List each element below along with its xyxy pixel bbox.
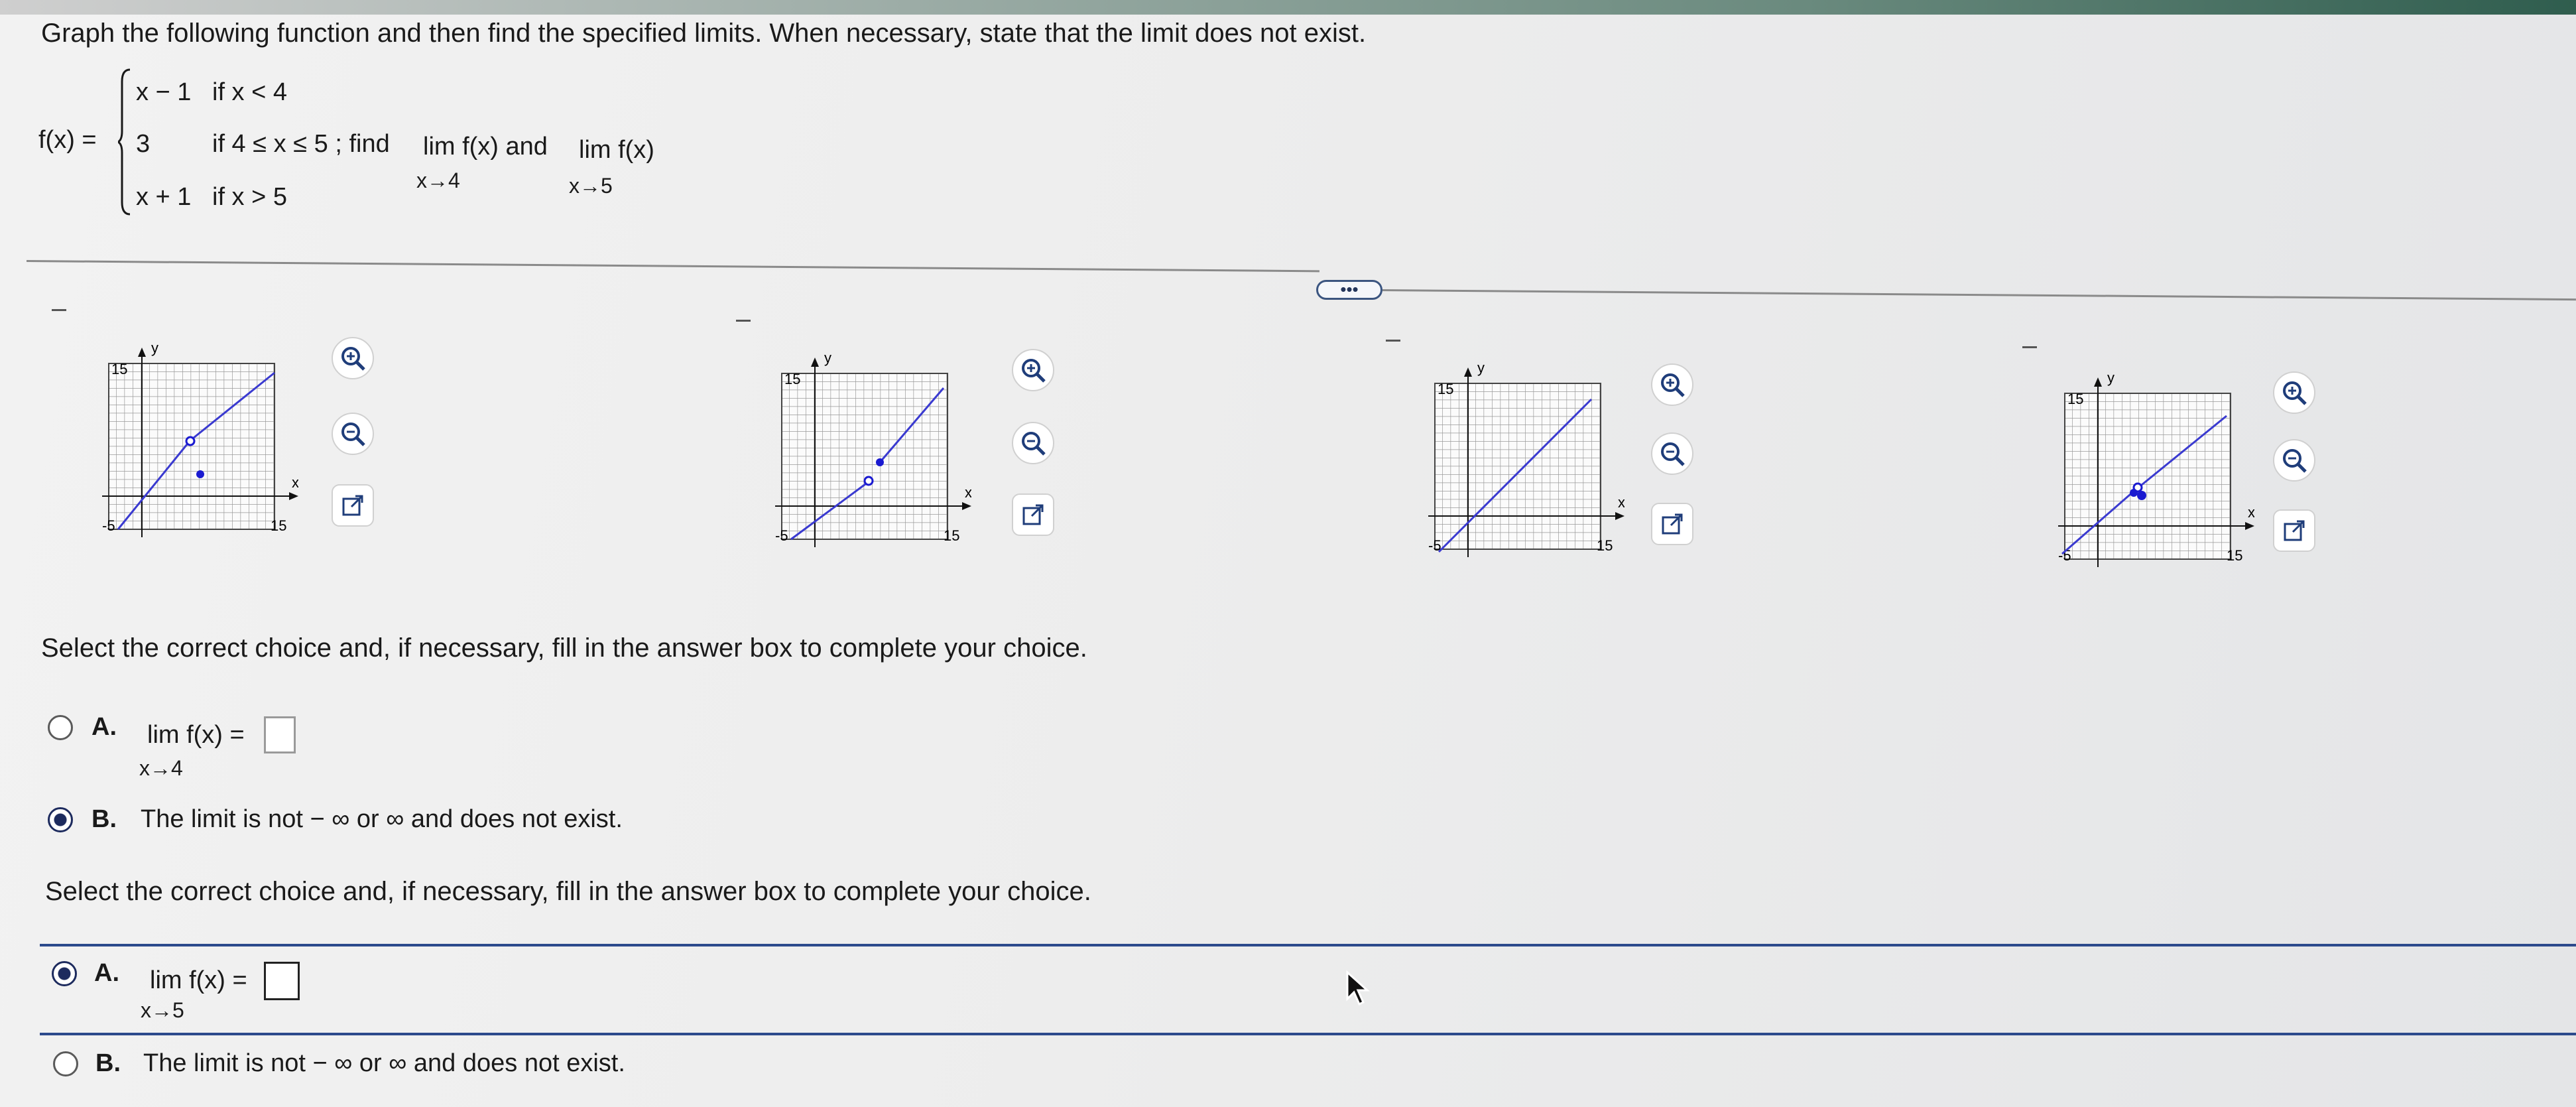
piece-3-condition: if x > 5 (212, 183, 287, 211)
graph-b[interactable]: y x 15 15 -5 (772, 348, 971, 567)
function-label: f(x) = (38, 126, 97, 154)
zoom-in-icon (2283, 381, 2307, 405)
question-1-choice-b-text: The limit is not − ∞ or ∞ and does not e… (141, 805, 623, 833)
external-link-icon (2284, 520, 2305, 541)
question-1-choice-b-radio[interactable] (48, 807, 73, 832)
graph-a-zoom-in-button[interactable] (332, 337, 374, 379)
graph-d-open-button[interactable] (2273, 509, 2315, 552)
zoom-in-icon (341, 347, 365, 371)
graph-b-y-label: y (824, 350, 831, 366)
question-2-choice-a-subscript: x→5 (141, 998, 184, 1022)
question-2-choice-b-text: The limit is not − ∞ or ∞ and does not e… (143, 1049, 625, 1077)
question-2-prompt: Select the correct choice and, if necess… (45, 877, 1091, 906)
question-2-choice-b-radio[interactable] (53, 1051, 78, 1076)
question-1-answer-box[interactable] (264, 716, 296, 753)
graph-d-x-label: x (2248, 504, 2254, 521)
graph-b-xmax: 15 (944, 527, 959, 544)
window-top-bar (0, 0, 2576, 15)
question-1-choice-a-subscript: x→4 (139, 756, 183, 780)
graph-c-x-label: x (1618, 494, 1625, 511)
graph-a-y-label: y (151, 340, 158, 356)
graph-a-open-button[interactable] (332, 484, 374, 527)
graph-c-marker (1386, 340, 1400, 342)
section-divider-left (26, 260, 1319, 273)
question-2-answer-box[interactable] (264, 962, 300, 1000)
graph-d-xmax: 15 (2227, 547, 2242, 564)
section-divider-right (1382, 289, 2576, 301)
graph-b-x-label: x (965, 484, 971, 501)
question-2-choice-a-letter: A. (94, 959, 119, 987)
graph-a-ymax: 15 (111, 361, 127, 377)
zoom-out-icon (2283, 449, 2307, 473)
graph-a-xmax: 15 (271, 517, 286, 534)
question-1-prompt: Select the correct choice and, if necess… (41, 633, 1087, 663)
piece-2-expression: 3 (136, 130, 151, 158)
graph-d-marker (2022, 346, 2037, 348)
external-link-icon (342, 495, 363, 516)
graph-b-zoom-in-button[interactable] (1012, 349, 1054, 391)
graph-d-ymax: 15 (2067, 391, 2083, 407)
instruction-text: Graph the following function and then fi… (41, 19, 1367, 48)
graph-b-open-button[interactable] (1012, 493, 1054, 536)
question-2-choice-a-radio[interactable] (52, 961, 77, 986)
find-limit-1-subscript: x→4 (416, 168, 460, 192)
external-link-icon (1662, 513, 1683, 535)
brace-symbol (118, 68, 131, 216)
external-link-icon (1022, 504, 1044, 525)
graph-b-xmin: -5 (775, 527, 788, 544)
zoom-in-icon (1022, 359, 1046, 383)
graph-d-zoom-out-button[interactable] (2273, 439, 2315, 482)
piece-3-expression: x + 1 (136, 183, 192, 211)
find-limit-1: lim f(x) and (423, 133, 548, 161)
graph-a-zoom-out-button[interactable] (332, 413, 374, 455)
question-2-selected-choice-highlight (40, 944, 2576, 1035)
question-2-choice-b-letter: B. (95, 1049, 121, 1077)
graph-c-zoom-out-button[interactable] (1651, 432, 1693, 475)
mouse-cursor-icon (1346, 970, 1370, 1006)
piece-1-condition: if x < 4 (212, 78, 287, 106)
graph-b-zoom-out-button[interactable] (1012, 422, 1054, 464)
graph-c-y-label: y (1477, 359, 1485, 376)
find-limit-2-subscript: x→5 (569, 174, 613, 198)
graph-c-zoom-in-button[interactable] (1651, 363, 1693, 406)
graph-b-marker (736, 320, 751, 322)
question-1-choice-a-letter: A. (92, 713, 117, 741)
graph-d-zoom-in-button[interactable] (2273, 371, 2315, 414)
find-limit-2: lim f(x) (579, 136, 654, 164)
question-1-choice-a-radio[interactable] (48, 715, 73, 740)
graph-c-open-button[interactable] (1651, 503, 1693, 545)
expand-button[interactable]: ••• (1316, 280, 1382, 300)
piece-1-expression: x − 1 (136, 78, 192, 106)
zoom-in-icon (1661, 373, 1685, 397)
zoom-out-icon (1661, 442, 1685, 466)
graph-a-xmin: -5 (102, 517, 115, 534)
graph-d[interactable]: y x 15 15 -5 (2055, 368, 2254, 587)
graph-d-xmin: -5 (2058, 547, 2071, 564)
question-1-choice-a-limit: lim f(x) = (147, 721, 245, 749)
zoom-out-icon (1022, 432, 1046, 456)
graph-a[interactable]: y x 15 15 -5 (99, 338, 298, 557)
question-1-choice-b-letter: B. (92, 805, 117, 833)
piece-2-condition: if 4 ≤ x ≤ 5 ; find (212, 130, 390, 158)
graph-c[interactable]: y x 15 15 -5 (1426, 358, 1625, 577)
graph-a-x-label: x (292, 474, 298, 491)
question-2-choice-a-limit: lim f(x) = (150, 966, 247, 994)
graph-b-ymax: 15 (784, 371, 800, 387)
graph-c-xmax: 15 (1597, 537, 1613, 554)
graph-d-y-label: y (2107, 369, 2115, 386)
graph-a-marker (52, 309, 66, 311)
zoom-out-icon (341, 423, 365, 446)
graph-c-ymax: 15 (1438, 381, 1453, 397)
